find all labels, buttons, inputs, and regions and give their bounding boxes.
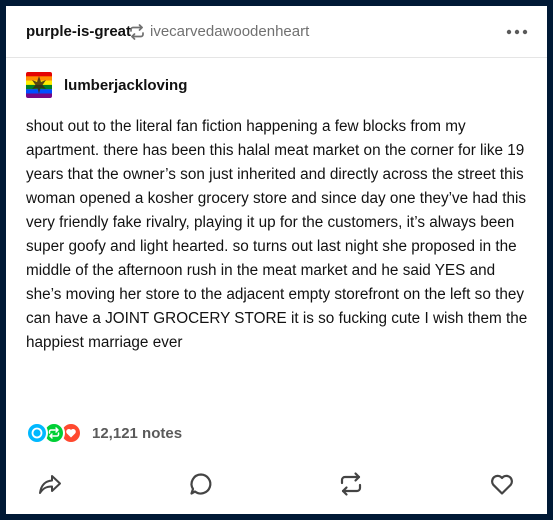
post-author-username[interactable]: lumberjackloving (64, 77, 187, 94)
source-username[interactable]: ivecarvedawoodenheart (150, 23, 309, 40)
more-icon[interactable] (505, 22, 529, 42)
reply-icon[interactable] (187, 470, 215, 498)
post-header: purple-is-great ivecarvedawoodenheart (6, 6, 547, 58)
notes-count[interactable]: 12,121 notes (92, 425, 182, 442)
avatar[interactable] (26, 72, 52, 98)
note-icons (26, 422, 82, 444)
share-icon[interactable] (36, 470, 64, 498)
reblogger-username[interactable]: purple-is-great (26, 23, 131, 40)
post-action-bar (6, 466, 547, 502)
like-icon[interactable] (488, 470, 516, 498)
reblog-icon[interactable] (337, 470, 365, 498)
post-body-text: shout out to the literal fan fiction hap… (26, 118, 528, 351)
reblog-icon (128, 23, 146, 41)
post-card: purple-is-great ivecarvedawoodenheart lu… (6, 6, 547, 514)
reply-note-icon (26, 422, 48, 444)
